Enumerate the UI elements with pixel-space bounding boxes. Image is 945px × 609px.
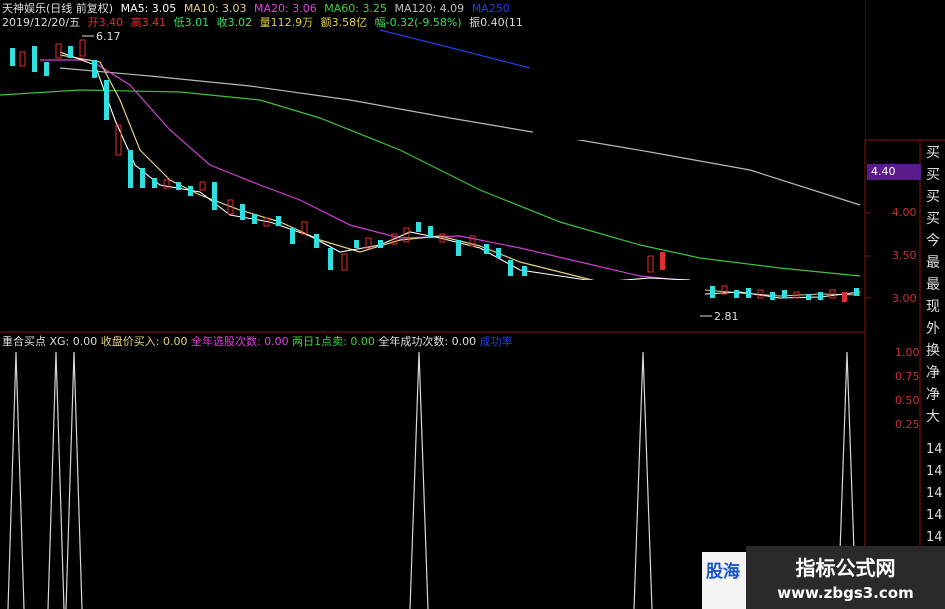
indicator-name[interactable]: 重合买点: [2, 335, 46, 348]
ind-tick-2: 0.75: [895, 370, 920, 383]
price-tick-3: 3.00: [892, 292, 917, 305]
side-char-0[interactable]: 买: [922, 142, 944, 164]
side-char-5[interactable]: 最: [922, 252, 944, 274]
side-char-2[interactable]: 买: [922, 186, 944, 208]
indicator-year-selections: 全年选股次数: 0.00: [190, 335, 289, 348]
price-tick-1: 4.00: [892, 206, 917, 219]
side-char-12[interactable]: 大: [922, 406, 944, 428]
price-tick-2: 3.50: [892, 249, 917, 262]
watermark-left: 股海: [702, 552, 746, 609]
high-mark-label: 6.17: [96, 30, 121, 43]
indicator-close-buy: 收盘价买入: 0.00: [100, 335, 188, 348]
ind-tick-6: 14: [926, 464, 943, 479]
indicator-year-success: 全年成功次数: 0.00: [378, 335, 477, 348]
blank-overlay-top: [533, 0, 865, 140]
low-mark-label: 2.81: [714, 310, 739, 323]
side-char-6[interactable]: 最: [922, 274, 944, 296]
ind-tick-5: 14: [926, 442, 943, 457]
ind-tick-4: 0.25: [895, 418, 920, 431]
side-char-8[interactable]: 外: [922, 318, 944, 340]
watermark-banner: 指标公式网 www.zbgs3.com: [746, 546, 945, 609]
indicator-xg: XG: 0.00: [49, 335, 98, 348]
indicator-header: 重合买点 XG: 0.00 收盘价买入: 0.00 全年选股次数: 0.00 两…: [2, 335, 513, 348]
indicator-success-rate: 成功率: [479, 335, 513, 348]
ind-tick-3: 0.50: [895, 394, 920, 407]
indicator-two-day-sell: 两日1点卖: 0.00: [292, 335, 375, 348]
side-char-7[interactable]: 现: [922, 296, 944, 318]
ind-tick-9: 14: [926, 530, 943, 545]
side-char-1[interactable]: 买: [922, 164, 944, 186]
side-char-11[interactable]: 净: [922, 384, 944, 406]
watermark-site-url[interactable]: www.zbgs3.com: [746, 584, 945, 602]
current-price-label: 4.40: [871, 165, 896, 178]
ind-tick-8: 14: [926, 508, 943, 523]
side-char-10[interactable]: 净: [922, 362, 944, 384]
watermark-gubao-text: 股海: [706, 562, 740, 582]
side-char-3[interactable]: 买: [922, 208, 944, 230]
ma250-line: [379, 29, 531, 69]
side-char-9[interactable]: 换: [922, 340, 944, 362]
ind-tick-7: 14: [926, 486, 943, 501]
watermark-site-name: 指标公式网: [795, 556, 896, 580]
side-char-4[interactable]: 今: [922, 230, 944, 252]
kline-chart[interactable]: [0, 0, 945, 609]
blank-overlay: [242, 280, 702, 330]
ind-tick-1: 1.00: [895, 346, 920, 359]
